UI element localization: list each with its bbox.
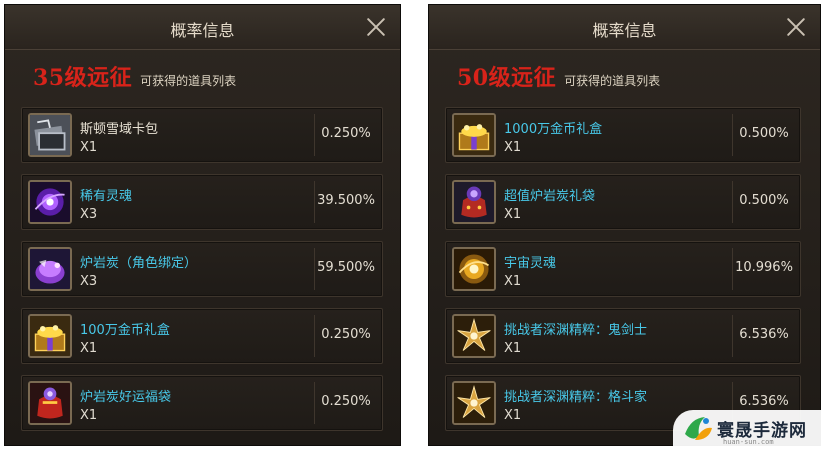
item-row: 斯顿雪域卡包 X1 0.250% [21,107,383,163]
column-divider [732,248,733,290]
column-divider [314,114,315,156]
purple-soul-icon[interactable] [28,180,72,224]
item-row: 超值炉岩炭礼袋 X1 0.500% [445,174,801,230]
subtitle: 35级远征 可获得的道具列表 [33,60,236,92]
lucky-bag-icon[interactable] [28,381,72,425]
expedition-level: 50级远征 [457,65,557,91]
item-name: 超值炉岩炭礼袋 [504,189,596,204]
card-pack-icon[interactable] [28,113,72,157]
drop-probability: 0.500% [739,193,789,208]
item-name: 炉岩炭好运福袋 [80,390,172,405]
column-divider [732,114,733,156]
item-row: 宇宙灵魂 X1 10.996% [445,241,801,297]
item-name: 挑战者深渊精粹：鬼剑士 [504,323,648,338]
drop-probability: 0.250% [321,126,371,141]
item-quantity: X1 [80,140,98,155]
panel-header: 概率信息 [5,5,400,50]
item-name: 挑战者深渊精粹：格斗家 [504,390,648,405]
site-watermark: 寰晟手游网 huan-sun.com [673,410,823,450]
expedition-level: 35级远征 [33,65,133,91]
drop-probability: 0.500% [739,126,789,141]
magma-coal-icon[interactable] [28,247,72,291]
item-row: 炉岩炭（角色绑定） X3 59.500% [21,241,383,297]
item-name: 100万金币礼盒 [80,323,170,338]
item-quantity: X1 [80,408,98,423]
drop-probability: 39.500% [317,193,375,208]
item-row: 100万金币礼盒 X1 0.250% [21,308,383,364]
drop-probability: 6.536% [739,327,789,342]
item-row: 稀有灵魂 X3 39.500% [21,174,383,230]
item-row: 炉岩炭好运福袋 X1 0.250% [21,375,383,431]
item-row: 1000万金币礼盒 X1 0.500% [445,107,801,163]
list-caption: 可获得的道具列表 [564,74,661,88]
column-divider [732,181,733,223]
item-name: 1000万金币礼盒 [504,122,603,137]
item-quantity: X1 [80,341,98,356]
list-caption: 可获得的道具列表 [140,74,237,88]
column-divider [314,315,315,357]
item-quantity: X1 [504,408,522,423]
drop-probability: 0.250% [321,327,371,342]
item-quantity: X1 [504,207,522,222]
column-divider [314,181,315,223]
item-quantity: X3 [80,207,98,222]
drop-probability: 0.250% [321,394,371,409]
close-icon[interactable] [784,15,808,39]
item-quantity: X1 [504,140,522,155]
probability-panel-right: 概率信息 50级远征 可获得的道具列表 1000万金币礼盒 X1 0.500% 超值炉… [428,4,821,446]
abyss-essence-icon[interactable] [452,381,496,425]
subtitle: 50级远征 可获得的道具列表 [457,60,660,92]
watermark-url: huan-sun.com [723,438,774,446]
probability-panel-left: 概率信息 35级远征 可获得的道具列表 斯顿雪域卡包 X1 0.250% 稀有灵魂 X3… [4,4,401,446]
site-logo-icon [685,417,712,440]
item-quantity: X1 [504,341,522,356]
gold-box-icon[interactable] [452,113,496,157]
item-name: 斯顿雪域卡包 [80,122,159,137]
item-name: 炉岩炭（角色绑定） [80,256,198,271]
drop-probability: 10.996% [735,260,793,275]
cosmic-soul-icon[interactable] [452,247,496,291]
item-row: 挑战者深渊精粹：鬼剑士 X1 6.536% [445,308,801,364]
column-divider [732,315,733,357]
item-name: 宇宙灵魂 [504,256,557,271]
column-divider [314,248,315,290]
close-icon[interactable] [364,15,388,39]
abyss-essence-icon[interactable] [452,314,496,358]
panel-title: 概率信息 [170,21,235,40]
drop-probability: 59.500% [317,260,375,275]
gold-box-icon[interactable] [28,314,72,358]
panel-title: 概率信息 [592,21,657,40]
drop-probability: 6.536% [739,394,789,409]
panel-header: 概率信息 [429,5,820,50]
coal-bag-icon[interactable] [452,180,496,224]
item-name: 稀有灵魂 [80,189,133,204]
item-quantity: X1 [504,274,522,289]
item-quantity: X3 [80,274,98,289]
column-divider [314,382,315,424]
